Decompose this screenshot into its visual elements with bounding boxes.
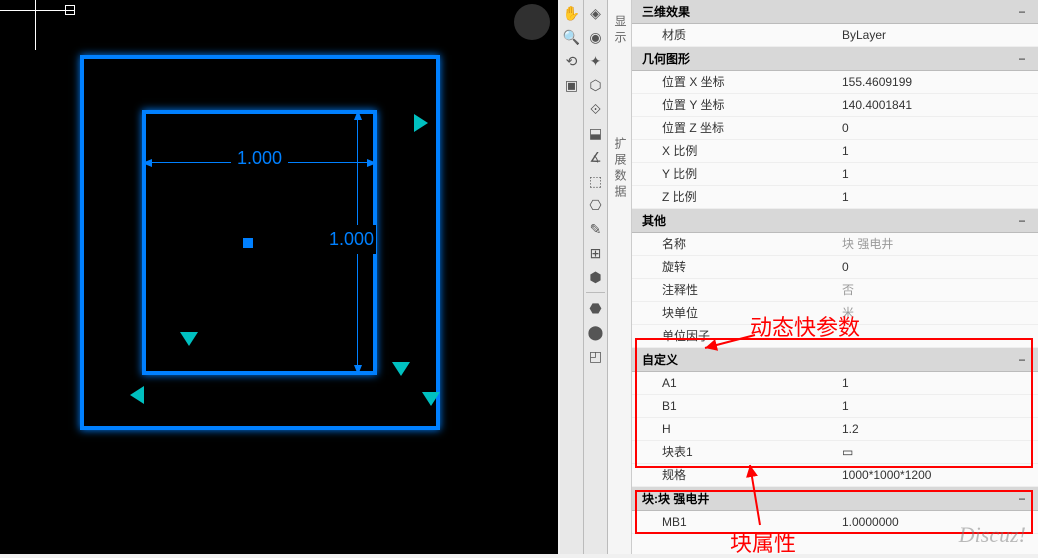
section-block-title: 块:块 强电井	[642, 490, 709, 507]
section-other-title: 其他	[642, 212, 666, 229]
prop-unit-factor[interactable]: 单位因子	[632, 325, 1038, 348]
section-block[interactable]: 块:块 强电井 −	[632, 487, 1038, 511]
tool-2-icon[interactable]: ◉	[585, 26, 607, 48]
tool-13-icon[interactable]: ⬣	[585, 297, 607, 319]
dimension-h-value: 1.000	[231, 148, 288, 169]
prop-scale-y[interactable]: Y 比例 1	[632, 163, 1038, 186]
grip-arrow-left[interactable]	[130, 386, 144, 404]
vertical-tab-strip: 显示 扩展数据	[608, 0, 632, 554]
section-custom[interactable]: 自定义 −	[632, 348, 1038, 372]
orbit-icon[interactable]: ⟲	[561, 50, 583, 72]
prop-scale-x[interactable]: X 比例 1	[632, 140, 1038, 163]
tool-3-icon[interactable]: ✦	[585, 50, 607, 72]
collapse-icon[interactable]: −	[1016, 492, 1028, 506]
tool-1-icon[interactable]: ◈	[585, 2, 607, 24]
zoom-icon[interactable]: 🔍	[561, 26, 583, 48]
drawing-canvas[interactable]: 1.000 1.000	[0, 0, 558, 554]
prop-b1[interactable]: B1 1	[632, 395, 1038, 418]
prop-h[interactable]: H 1.2	[632, 418, 1038, 441]
collapse-icon[interactable]: −	[1016, 353, 1028, 367]
navigation-wheel[interactable]	[514, 4, 550, 40]
section-geometry[interactable]: 几何图形 −	[632, 47, 1038, 71]
prop-pos-y[interactable]: 位置 Y 坐标 140.4001841	[632, 94, 1038, 117]
toolbar-navigation: ✋ 🔍 ⟲ ▣	[560, 0, 584, 554]
prop-annotative[interactable]: 注释性 否	[632, 279, 1038, 302]
tab-display[interactable]: 显示	[608, 0, 633, 62]
tool-12-icon[interactable]: ⬢	[585, 266, 607, 288]
watermark: Discuz!	[959, 522, 1026, 548]
tool-7-icon[interactable]: ∡	[585, 146, 607, 168]
tool-4-icon[interactable]: ⬡	[585, 74, 607, 96]
prop-scale-z[interactable]: Z 比例 1	[632, 186, 1038, 209]
grip-arrow-down-3[interactable]	[422, 392, 440, 406]
collapse-icon[interactable]: −	[1016, 52, 1028, 66]
toolbar-tools: ◈ ◉ ✦ ⬡ ⟐ ⬓ ∡ ⬚ ⎔ ✎ ⊞ ⬢ ⬣ ⬤ ◰	[584, 0, 608, 554]
tool-6-icon[interactable]: ⬓	[585, 122, 607, 144]
prop-material-label: 材质	[662, 26, 842, 44]
prop-a1[interactable]: A1 1	[632, 372, 1038, 395]
dimension-horizontal[interactable]: 1.000	[142, 150, 377, 171]
grip-arrow-right[interactable]	[414, 114, 428, 132]
section-3d-effect-title: 三维效果	[642, 3, 690, 20]
dimension-vertical[interactable]: 1.000	[345, 110, 375, 375]
prop-name[interactable]: 名称 块 强电井	[632, 233, 1038, 256]
tab-extended-data[interactable]: 扩展数据	[608, 122, 633, 216]
section-geometry-title: 几何图形	[642, 50, 690, 67]
tool-8-icon[interactable]: ⬚	[585, 170, 607, 192]
tool-5-icon[interactable]: ⟐	[585, 98, 607, 120]
prop-material[interactable]: 材质 ByLayer	[632, 24, 1038, 47]
prop-pos-x[interactable]: 位置 X 坐标 155.4609199	[632, 71, 1038, 94]
prop-block-unit[interactable]: 块单位 米	[632, 302, 1038, 325]
grip-arrow-down-1[interactable]	[180, 332, 198, 346]
view-icon[interactable]: ▣	[561, 74, 583, 96]
grip-center[interactable]	[243, 238, 253, 248]
grip-arrow-down-2[interactable]	[392, 362, 410, 376]
tool-14-icon[interactable]: ⬤	[585, 321, 607, 343]
properties-panel: 三维效果 − 材质 ByLayer 几何图形 − 位置 X 坐标 155.460…	[632, 0, 1038, 554]
collapse-icon[interactable]: −	[1016, 5, 1028, 19]
prop-pos-z[interactable]: 位置 Z 坐标 0	[632, 117, 1038, 140]
tool-15-icon[interactable]: ◰	[585, 345, 607, 367]
tool-10-icon[interactable]: ✎	[585, 218, 607, 240]
prop-table1[interactable]: 块表1 ▭	[632, 441, 1038, 464]
dimension-v-value: 1.000	[327, 225, 376, 254]
section-other[interactable]: 其他 −	[632, 209, 1038, 233]
tool-9-icon[interactable]: ⎔	[585, 194, 607, 216]
collapse-icon[interactable]: −	[1016, 214, 1028, 228]
pan-icon[interactable]: ✋	[561, 2, 583, 24]
section-3d-effect[interactable]: 三维效果 −	[632, 0, 1038, 24]
tool-11-icon[interactable]: ⊞	[585, 242, 607, 264]
prop-rotation[interactable]: 旋转 0	[632, 256, 1038, 279]
prop-material-value: ByLayer	[842, 26, 1038, 44]
prop-spec[interactable]: 规格 1000*1000*1200	[632, 464, 1038, 487]
section-custom-title: 自定义	[642, 351, 678, 368]
